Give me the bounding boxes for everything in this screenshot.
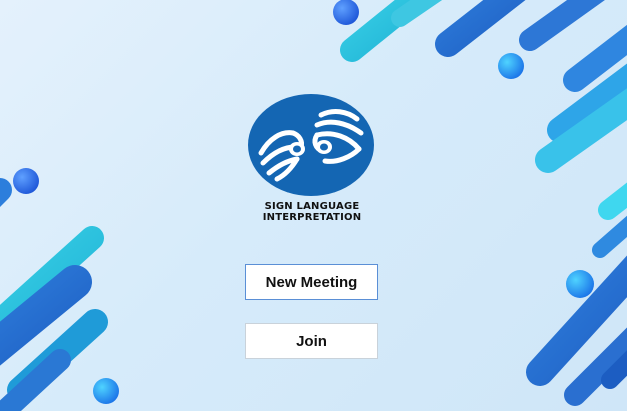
join-button[interactable]: Join	[245, 323, 378, 359]
new-meeting-button[interactable]: New Meeting	[245, 264, 378, 300]
logo-text: SIGN LANGUAGE INTERPRETATION	[240, 201, 384, 223]
logo-line-2: INTERPRETATION	[262, 212, 362, 223]
logo-line-1: SIGN LANGUAGE	[264, 201, 360, 212]
sign-language-hands-icon	[248, 94, 374, 196]
app-logo: SIGN LANGUAGE INTERPRETATION	[240, 93, 384, 225]
